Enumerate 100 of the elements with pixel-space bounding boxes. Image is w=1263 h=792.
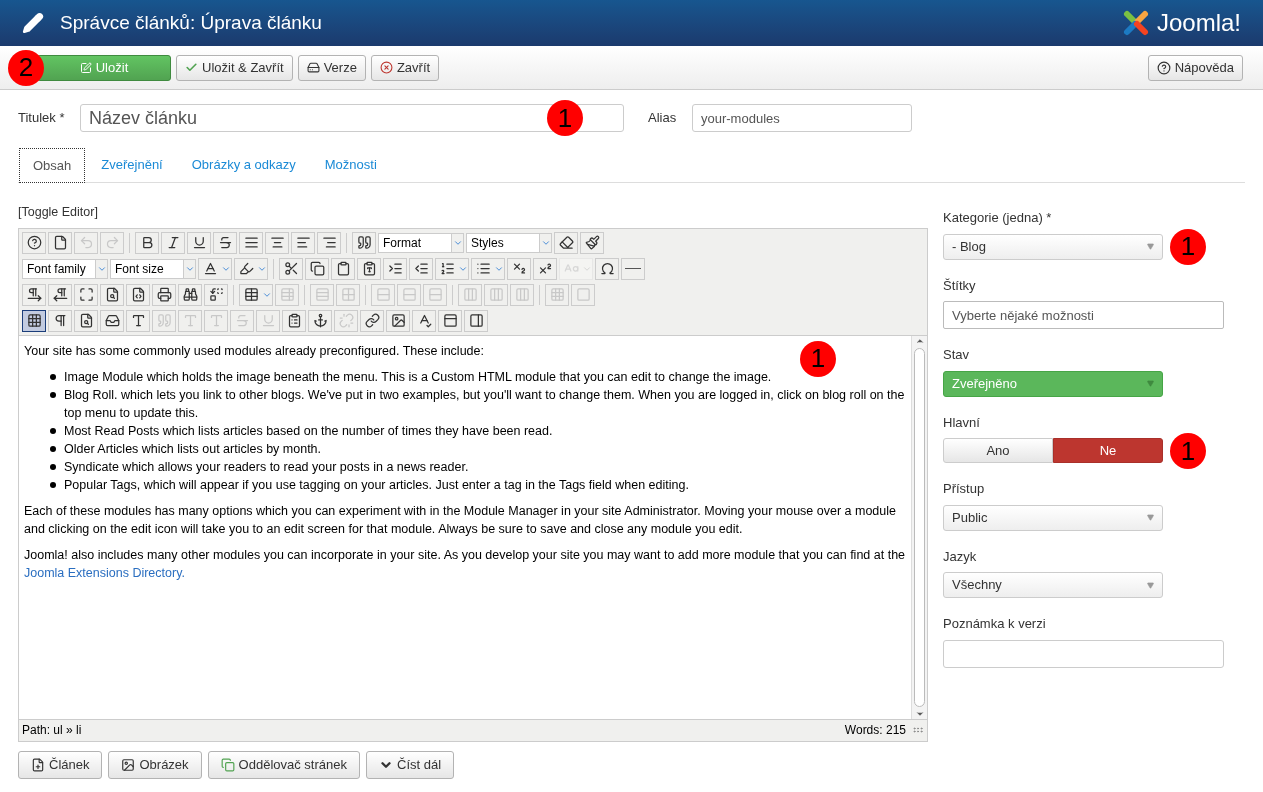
strikethrough-icon	[234, 313, 250, 329]
list-item-text: Most Read Posts which lists articles based on the number of times they have been read.	[64, 422, 553, 440]
list-item-text: Image Module which holds the image beneath the menu. This is a Custom HTML module that you can edit to change the image.	[64, 368, 772, 386]
copy-icon	[309, 261, 325, 277]
editor-dropdown[interactable]: Styles	[466, 232, 552, 253]
toggle-editor-link[interactable]: [Toggle Editor]	[18, 203, 98, 222]
cell-icon	[340, 287, 356, 303]
undo-icon	[78, 235, 94, 251]
table-icon	[243, 287, 259, 303]
bullet-icon	[50, 463, 56, 470]
align-left-icon	[295, 235, 311, 251]
paragraph: Each of these modules has many options which you can experiment with in the Module Manager in your site Administrator. Moving your mouse over a module and clicking on the edit icon will take you to an edit screen for that module. Always be sure to save and close any module you edit.	[24, 502, 897, 538]
number-marker: 1	[1170, 433, 1206, 469]
list-item-text: Syndicate which allows your readers to read your posts in a news reader.	[64, 458, 469, 476]
note-field[interactable]	[943, 639, 1224, 668]
editor-dropdown[interactable]: Format	[378, 232, 464, 253]
code-icon	[130, 287, 146, 303]
bullet-icon	[50, 481, 56, 488]
select-field[interactable]: - Blog	[943, 233, 1163, 260]
caret-icon	[1147, 514, 1154, 521]
link-icon	[364, 313, 380, 329]
caret-icon	[1147, 581, 1154, 589]
tags-field[interactable]: Vyberte nějaké možnosti	[943, 301, 1224, 329]
pages-icon	[220, 757, 235, 772]
outdent-icon	[413, 261, 429, 277]
insert-button[interactable]: Číst dál	[366, 750, 455, 779]
unlink-icon	[338, 313, 354, 329]
toggle-option[interactable]: Ano	[943, 438, 1053, 463]
toolbar-button[interactable]: Zavřít	[370, 54, 440, 81]
row-delete-icon	[427, 287, 443, 303]
underline-icon	[191, 235, 207, 251]
editor-tool-button[interactable]	[22, 309, 46, 332]
pilcrow-icon	[52, 313, 68, 329]
letters-icon	[182, 313, 198, 329]
tab[interactable]: Možnosti	[311, 147, 390, 182]
split-button[interactable]	[198, 257, 232, 280]
toolbar-button[interactable]: Uložit & Zavřít	[176, 54, 293, 81]
caret-icon	[1147, 243, 1154, 250]
caret-icon	[1147, 380, 1154, 387]
split-button[interactable]	[435, 257, 469, 280]
page-icon	[78, 313, 94, 329]
select-field[interactable]: Všechny	[943, 572, 1163, 598]
editor-dropdown[interactable]: Font family	[22, 258, 108, 279]
help-icon	[26, 235, 42, 251]
word-count: Words: 215	[844, 722, 906, 740]
field-label: Titulek *	[18, 109, 66, 128]
brush-icon	[584, 235, 600, 251]
paragraph: Joomla! also includes many other modules you can incorporate in your site. As you develop your site you may want to add more module that you can find at the Joomla Extensions Directory.	[24, 546, 906, 582]
row-before-icon	[375, 287, 391, 303]
grid-icon	[549, 287, 565, 303]
clipboard-icon	[286, 313, 302, 329]
fullscreen-icon	[78, 287, 94, 303]
number-marker: 1	[1170, 228, 1206, 265]
align-right-icon	[321, 235, 337, 251]
paragraph: Your site has some commonly used modules already preconfigured. These include:	[24, 342, 484, 360]
omega-icon	[599, 261, 615, 277]
toolbar-button[interactable]: Verze	[297, 54, 366, 81]
bullet-icon	[50, 445, 56, 452]
extensions-link[interactable]: Joomla Extensions Directory.	[24, 565, 185, 580]
italic-icon	[165, 235, 181, 251]
split-button[interactable]	[471, 257, 505, 280]
tab[interactable]: Zveřejnění	[88, 147, 176, 182]
insert-button[interactable]: Článek	[18, 750, 103, 779]
split-button[interactable]	[239, 283, 273, 306]
toggle-option[interactable]: Ne	[1053, 438, 1163, 463]
tab[interactable]: Obsah	[19, 148, 86, 183]
subscript-icon	[511, 261, 527, 277]
clipboard-icon	[335, 261, 351, 277]
number-marker: 1	[547, 100, 583, 136]
frame-icon	[575, 287, 591, 303]
document-icon	[52, 235, 68, 251]
help-icon	[1156, 60, 1171, 75]
row-icon	[314, 287, 330, 303]
tab[interactable]: Obrázky a odkazy	[178, 147, 309, 182]
help-button[interactable]: Nápověda	[1147, 54, 1243, 81]
grid-icon	[26, 313, 42, 329]
select-field[interactable]: Public	[943, 504, 1163, 531]
highlighter-icon	[238, 261, 254, 277]
field-label: Poznámka k verzi	[943, 615, 1047, 633]
quote-icon	[156, 313, 172, 329]
image-icon	[121, 757, 136, 772]
sidebar-panel-icon	[468, 313, 484, 329]
insert-button[interactable]: Obrázek	[108, 750, 202, 779]
field-label: Stav	[943, 346, 970, 364]
letters-icon	[208, 313, 224, 329]
align-center-icon	[269, 235, 285, 251]
number-marker: 2	[8, 49, 44, 86]
strikethrough-icon	[217, 235, 233, 251]
edit-icon	[79, 61, 92, 74]
scroll-thumb[interactable]	[914, 347, 925, 707]
redo-icon	[104, 235, 120, 251]
numbered-list-icon	[439, 261, 455, 277]
bullet-icon	[50, 427, 56, 434]
alias-field[interactable]: your-modules	[692, 104, 912, 132]
insert-button[interactable]: Oddělovač stránek	[207, 750, 360, 779]
bullet-icon	[50, 373, 56, 380]
editor-dropdown[interactable]: Font size	[110, 258, 196, 279]
split-button[interactable]	[234, 257, 268, 280]
clipboard-text-icon	[361, 261, 377, 277]
path-text: Path: ul » li	[22, 722, 83, 740]
